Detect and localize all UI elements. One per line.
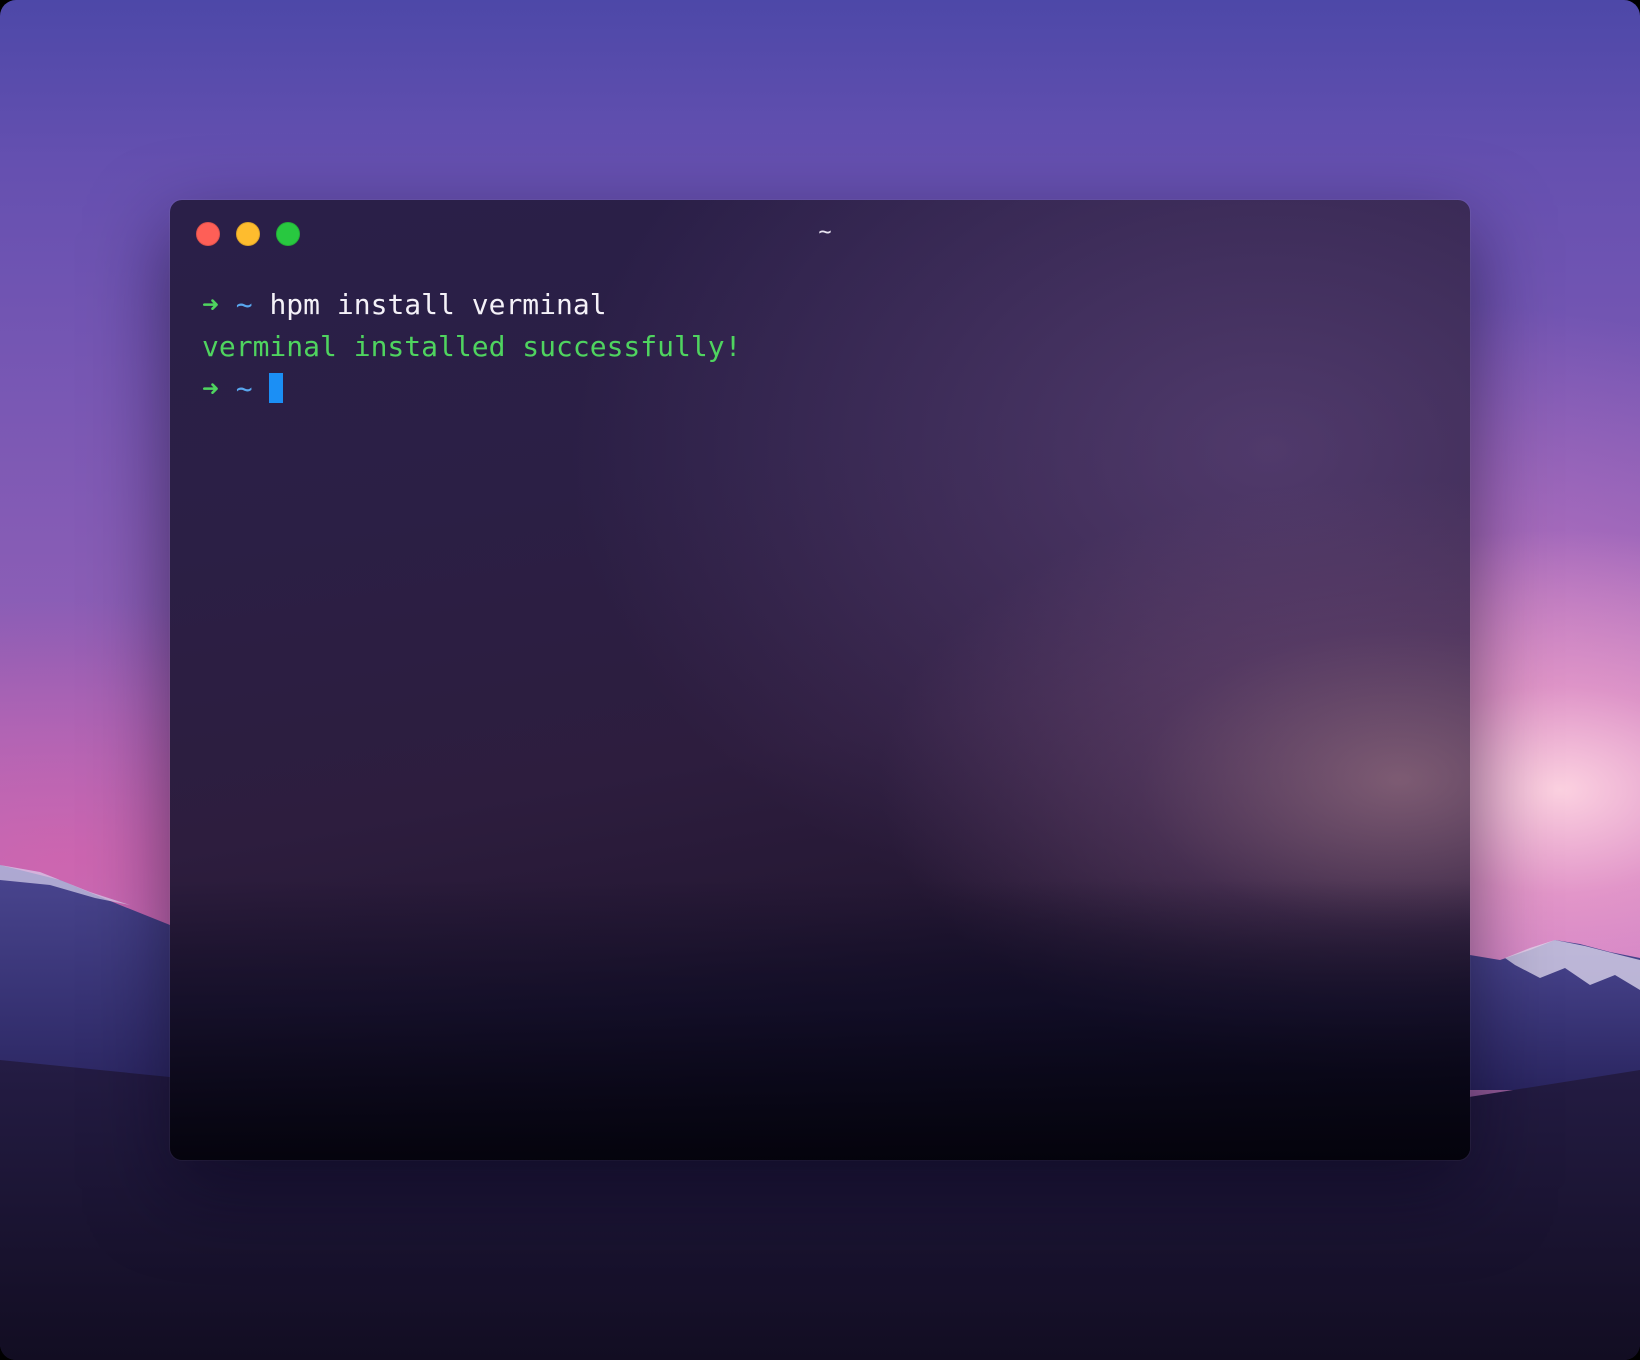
output-text: verminal installed successfully! xyxy=(202,330,742,363)
terminal-line-command: ➜ ~ hpm install verminal xyxy=(202,284,741,326)
terminal-content[interactable]: ➜ ~ hpm install verminal verminal instal… xyxy=(202,284,741,410)
terminal-window[interactable]: ~ ➜ ~ hpm install verminal verminal inst… xyxy=(170,200,1470,1160)
prompt-arrow-icon: ➜ xyxy=(202,288,219,321)
prompt-path: ~ xyxy=(235,372,253,405)
prompt-path: ~ xyxy=(235,288,253,321)
text-cursor xyxy=(269,373,284,403)
window-title: ~ xyxy=(818,220,832,245)
prompt-arrow-icon: ➜ xyxy=(202,372,219,405)
title-bar[interactable]: ~ xyxy=(170,200,1470,268)
window-bottom-shade xyxy=(170,880,1470,1160)
command-text: hpm install verminal xyxy=(269,288,607,321)
terminal-line-prompt[interactable]: ➜ ~ xyxy=(202,368,741,410)
terminal-line-output: verminal installed successfully! xyxy=(202,326,741,368)
